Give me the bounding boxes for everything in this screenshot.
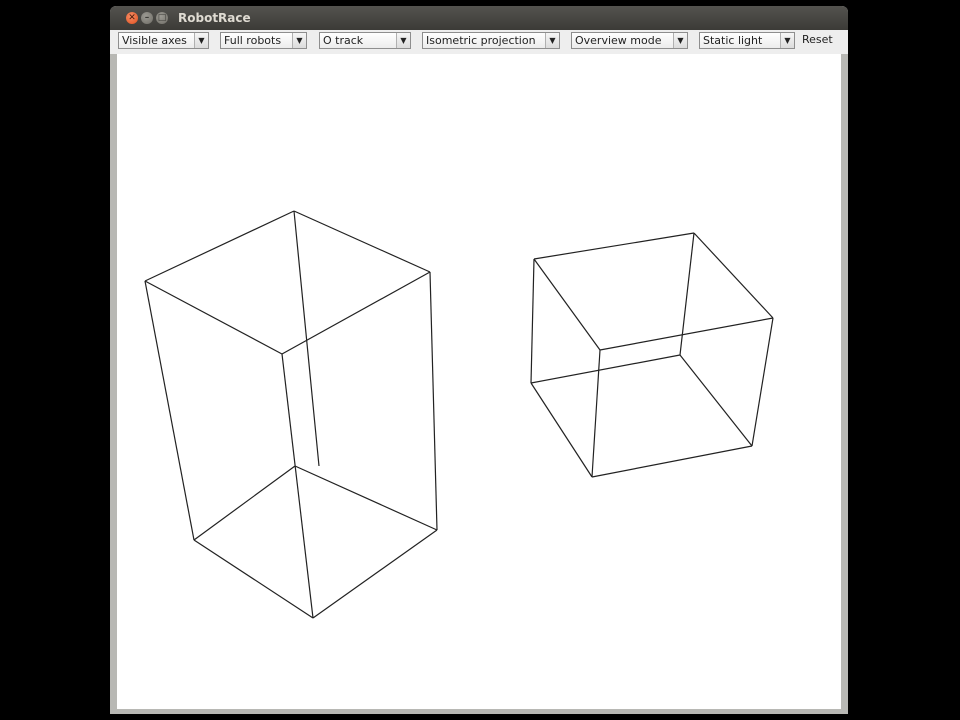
box-edge xyxy=(293,210,431,273)
box-edge xyxy=(533,232,695,260)
toolbar: Visible axes ▼ Full robots ▼ O track ▼ I… xyxy=(110,30,848,54)
chevron-down-icon: ▼ xyxy=(545,33,559,48)
chevron-down-icon: ▼ xyxy=(396,33,410,48)
box-edge xyxy=(294,465,438,531)
box-edge xyxy=(144,210,295,282)
box-edge xyxy=(429,271,438,531)
light-select-label: Static light xyxy=(703,34,763,47)
box-edge xyxy=(193,465,296,541)
track-select[interactable]: O track ▼ xyxy=(319,32,411,49)
minimize-window-button[interactable]: – xyxy=(141,12,153,24)
box-edge xyxy=(679,354,753,447)
mode-select[interactable]: Overview mode ▼ xyxy=(571,32,688,49)
box-edge xyxy=(293,210,320,467)
box-edge xyxy=(193,539,314,619)
projection-select-label: Isometric projection xyxy=(426,34,536,47)
reset-button[interactable]: Reset xyxy=(802,32,833,49)
app-window: ✕ – □ RobotRace Visible axes ▼ Full robo… xyxy=(110,6,848,714)
axes-select-label: Visible axes xyxy=(122,34,187,47)
window-bottom-border xyxy=(110,709,848,714)
projection-select[interactable]: Isometric projection ▼ xyxy=(422,32,560,49)
box-edge xyxy=(591,445,753,478)
box-edge xyxy=(591,349,601,478)
box-edge xyxy=(312,529,438,619)
chevron-down-icon: ▼ xyxy=(292,33,306,48)
axes-select[interactable]: Visible axes ▼ xyxy=(118,32,209,49)
box-edge xyxy=(144,280,195,541)
box-edge xyxy=(679,232,695,356)
box-edge xyxy=(530,354,681,384)
robots-select-label: Full robots xyxy=(224,34,282,47)
box-edge xyxy=(751,317,774,447)
window-title: RobotRace xyxy=(178,11,251,25)
box-edge xyxy=(599,317,774,351)
close-window-button[interactable]: ✕ xyxy=(126,12,138,24)
chevron-down-icon: ▼ xyxy=(780,33,794,48)
robots-select[interactable]: Full robots ▼ xyxy=(220,32,307,49)
box-edge xyxy=(144,280,283,355)
box-edge xyxy=(693,232,774,319)
chevron-down-icon: ▼ xyxy=(673,33,687,48)
chevron-down-icon: ▼ xyxy=(194,33,208,48)
title-bar[interactable]: ✕ – □ RobotRace xyxy=(110,6,848,30)
maximize-window-button[interactable]: □ xyxy=(156,12,168,24)
render-canvas[interactable] xyxy=(117,54,841,709)
light-select[interactable]: Static light ▼ xyxy=(699,32,795,49)
box-edge xyxy=(281,353,314,619)
wireframe-box-left xyxy=(144,210,438,619)
wireframe-box-right xyxy=(530,232,774,478)
box-edge xyxy=(530,258,535,384)
mode-select-label: Overview mode xyxy=(575,34,662,47)
scene-svg xyxy=(144,210,774,619)
box-edge xyxy=(533,258,601,351)
box-edge xyxy=(530,382,593,478)
track-select-label: O track xyxy=(323,34,364,47)
